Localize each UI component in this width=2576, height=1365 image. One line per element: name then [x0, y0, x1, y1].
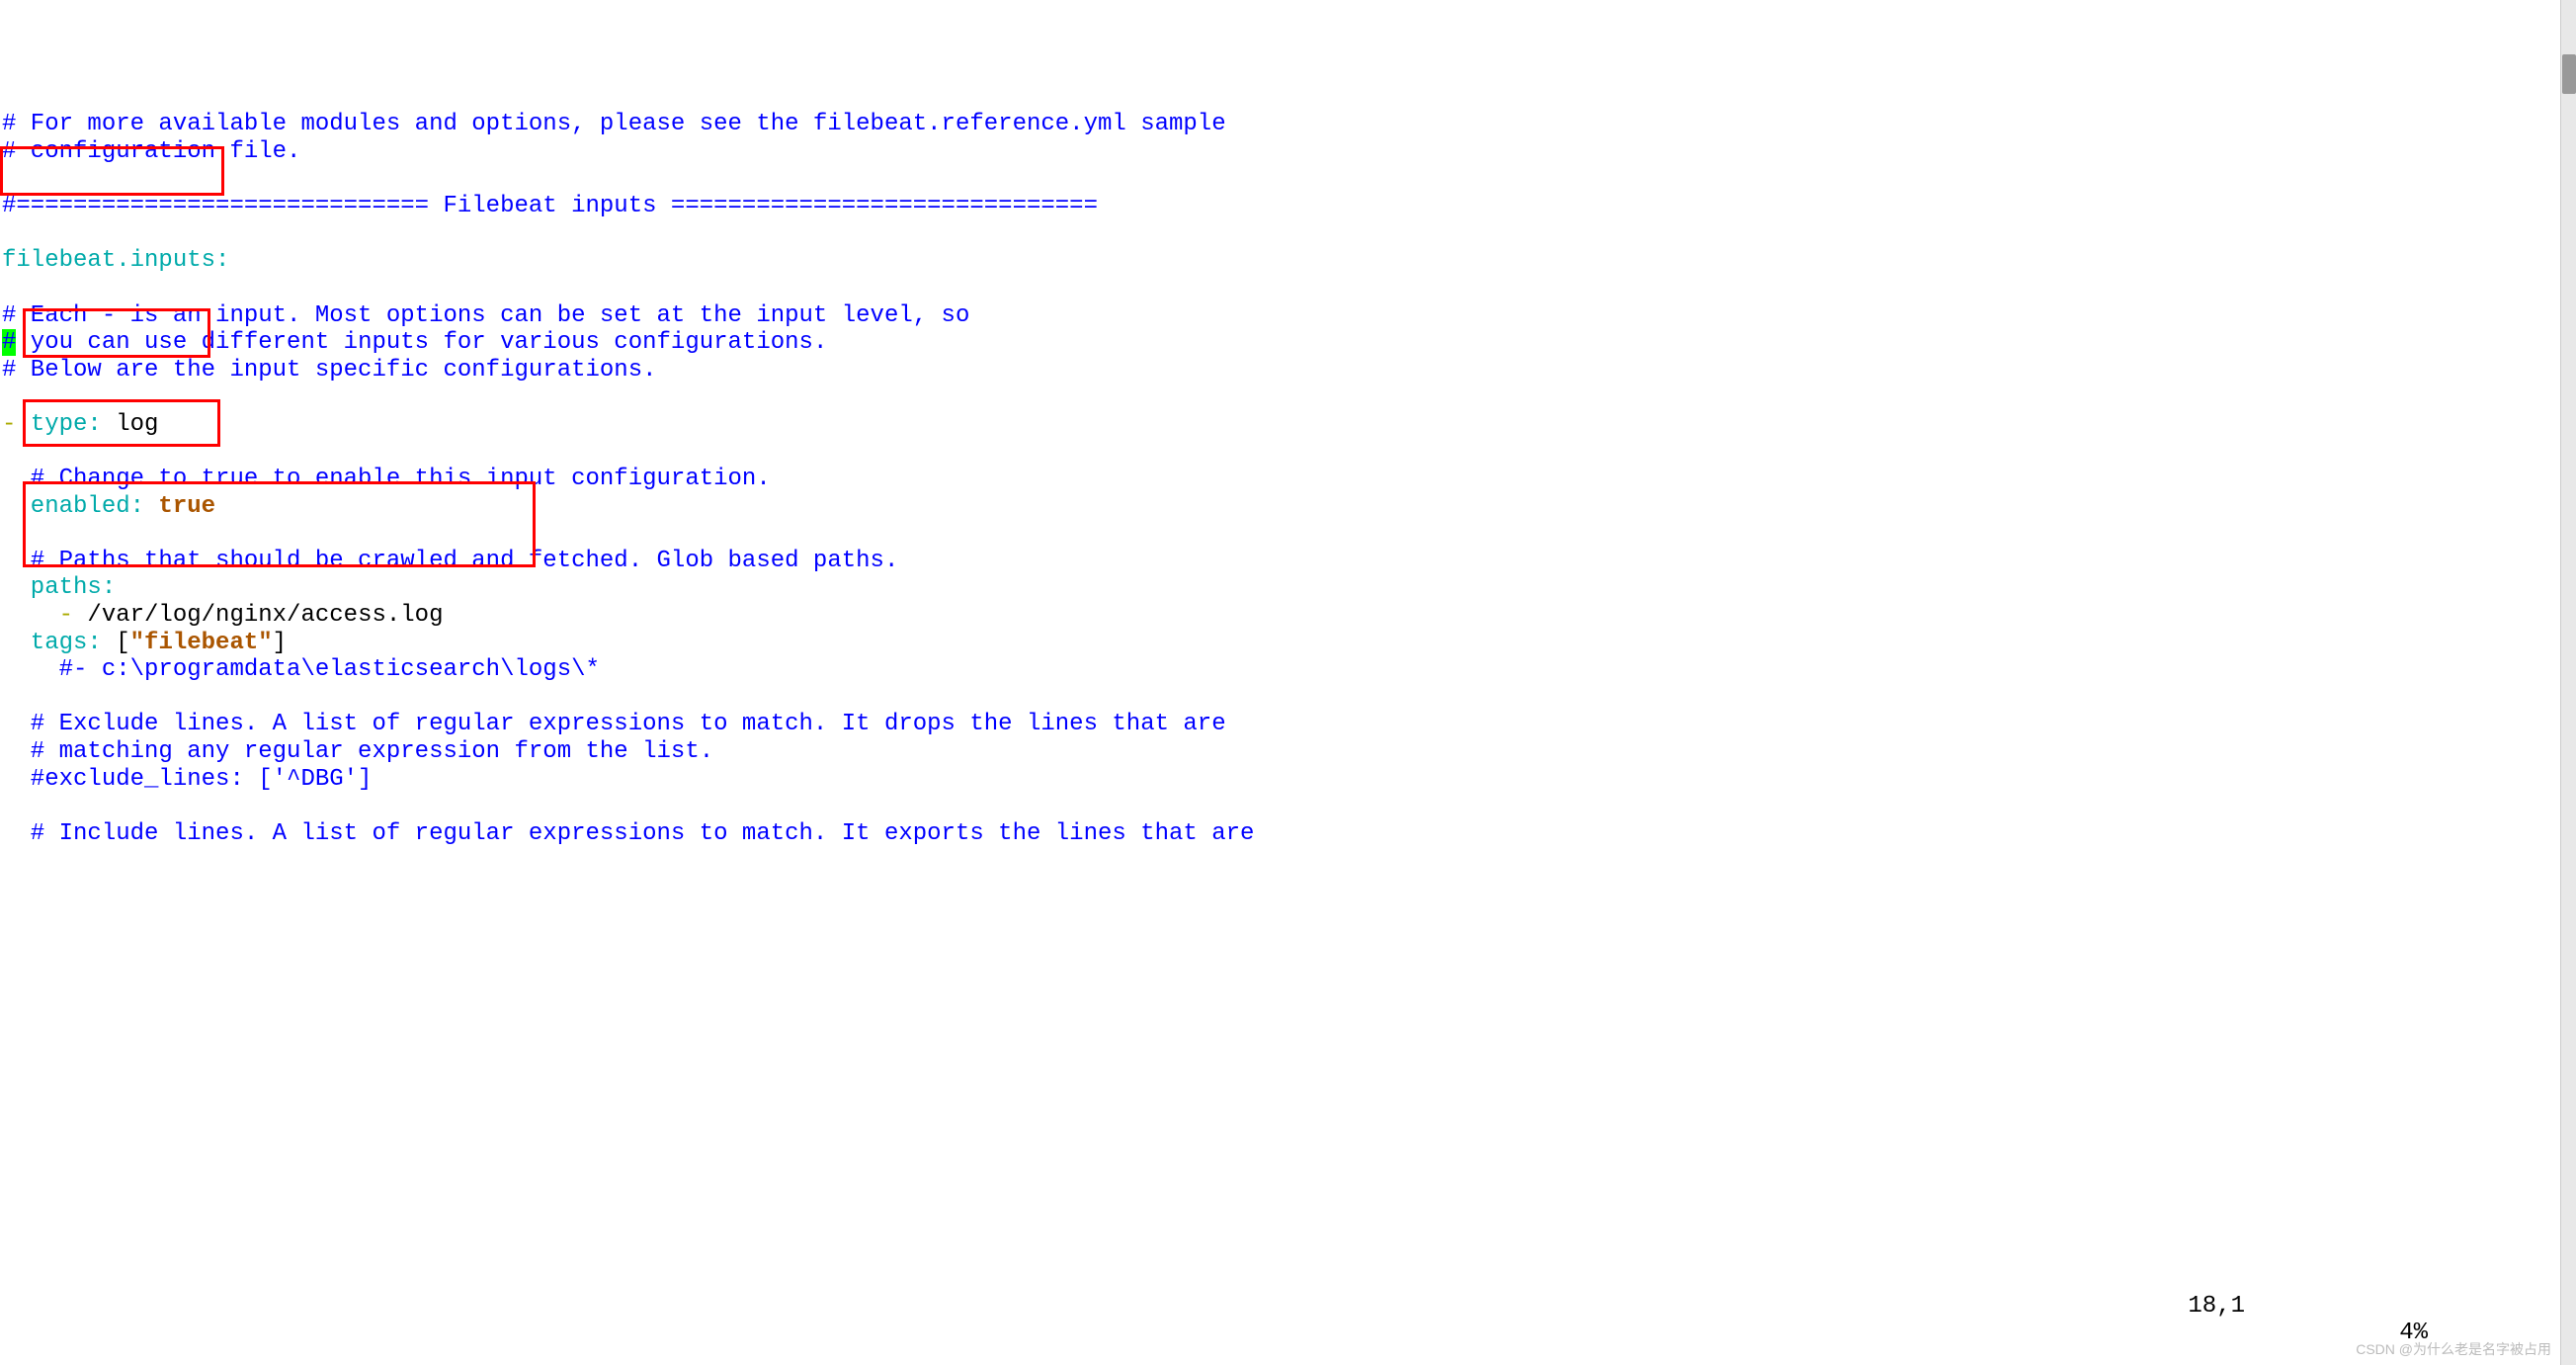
- yaml-dash: -: [2, 602, 87, 629]
- comment-line: # configuration file.: [2, 138, 300, 165]
- scrollbar-thumb[interactable]: [2562, 54, 2576, 94]
- comment-line: # Below are the input specific configura…: [2, 357, 657, 384]
- yaml-path-value: /var/log/nginx/access.log: [87, 602, 443, 629]
- bracket-close: ]: [273, 630, 287, 656]
- comment-line: # matching any regular expression from t…: [2, 738, 713, 765]
- comment-line: # Include lines. A list of regular expre…: [2, 820, 1254, 847]
- yaml-key-paths: paths:: [2, 574, 116, 601]
- comment-line: #- c:\programdata\elasticsearch\logs\*: [2, 656, 600, 683]
- yaml-tag-value: "filebeat": [130, 630, 273, 656]
- bracket-open: [: [102, 630, 130, 656]
- comment-line: #exclude_lines: ['^DBG']: [2, 766, 372, 793]
- cursor-position-indicator: 18,1: [2188, 1293, 2245, 1321]
- editor-viewport[interactable]: # For more available modules and options…: [2, 111, 2574, 847]
- yaml-value-true: true: [144, 493, 215, 520]
- comment-line: # Change to true to enable this input co…: [2, 466, 771, 492]
- yaml-key-filebeat-inputs: filebeat.inputs:: [2, 247, 229, 274]
- yaml-key-tags: tags:: [2, 630, 102, 656]
- comment-line: # Exclude lines. A list of regular expre…: [2, 711, 1226, 737]
- yaml-dash: -: [2, 411, 31, 438]
- yaml-key-enabled: enabled:: [2, 493, 144, 520]
- comment-line: # Each - is an input. Most options can b…: [2, 302, 969, 329]
- comment-line: you can use different inputs for various…: [16, 329, 827, 356]
- cursor-position: #: [2, 329, 16, 356]
- section-header: #============================= Filebeat …: [2, 193, 1098, 219]
- comment-line: # For more available modules and options…: [2, 111, 1226, 137]
- watermark-text: CSDN @为什么老是名字被占用: [2356, 1341, 2551, 1357]
- comment-line: # Paths that should be crawled and fetch…: [2, 548, 898, 574]
- scrollbar-vertical[interactable]: [2560, 0, 2576, 1365]
- yaml-key-type: type:: [31, 411, 102, 438]
- yaml-value-log: log: [102, 411, 159, 438]
